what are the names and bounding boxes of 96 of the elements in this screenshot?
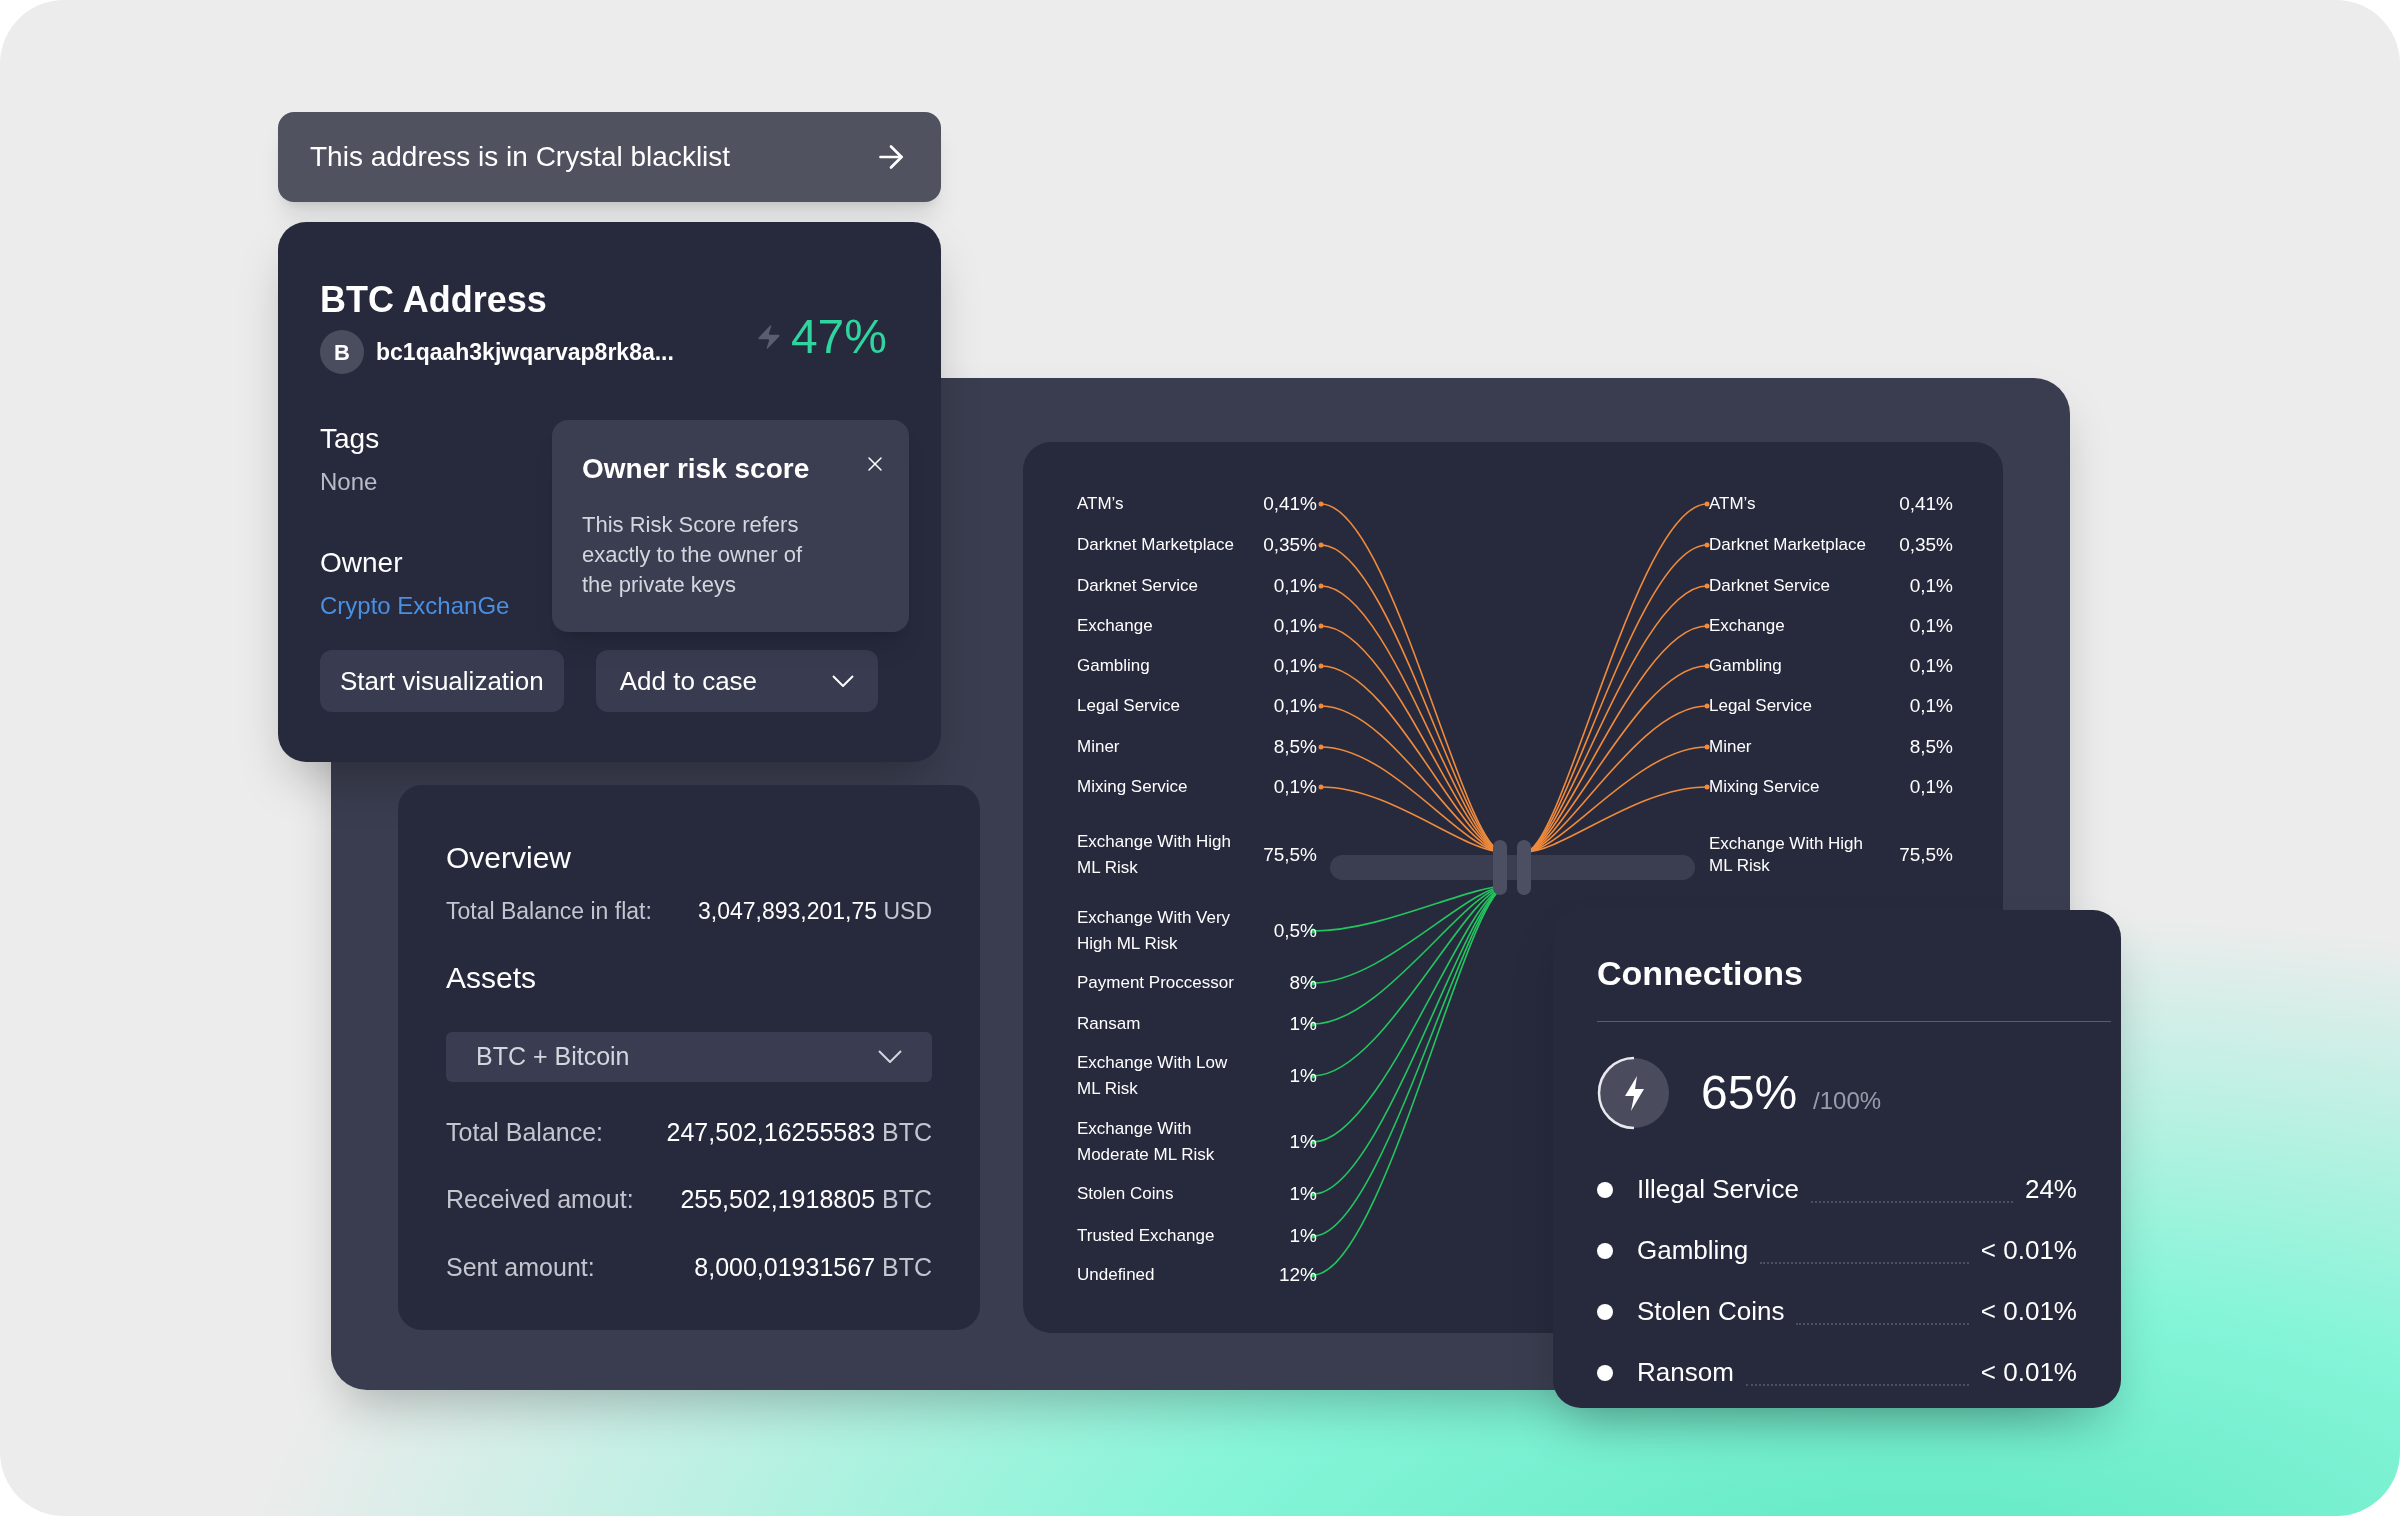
category-label: Exchange With Moderate ML Risk xyxy=(1077,1118,1216,1166)
handle[interactable] xyxy=(1493,840,1507,895)
category-value: 0,1% xyxy=(1273,573,1317,598)
connection-label: Stolen Coins xyxy=(1637,1295,1785,1328)
balance-label: Total Balance: xyxy=(446,1116,604,1148)
assets-title: Assets xyxy=(446,959,538,996)
connection-value: 24% xyxy=(2024,1173,2077,1206)
connection-value: < 0.01% xyxy=(1980,1295,2077,1328)
category-label: Gambling xyxy=(1077,655,1151,677)
address-text: bc1qaah3kjwqarvap8rk8a... xyxy=(376,337,674,367)
fiat-label: Total Balance in flat: xyxy=(446,897,652,926)
balance-value: 8,000,01931567 BTC xyxy=(694,1251,932,1283)
category-label: Exchange xyxy=(1709,615,1786,637)
asset-select[interactable]: BTC + Bitcoin xyxy=(446,1031,932,1082)
category-label: Payment Proccessor xyxy=(1077,972,1235,994)
owner-link[interactable]: Crypto ExchanGe xyxy=(320,588,510,624)
category-value: 0,35% xyxy=(1263,532,1317,557)
category-value: 0,1% xyxy=(1909,613,1953,638)
category-label: Gambling xyxy=(1709,655,1783,677)
category-label: Miner xyxy=(1709,736,1753,758)
connection-value: < 0.01% xyxy=(1980,1234,2077,1267)
category-label: ATM’s xyxy=(1077,493,1125,515)
bullet-icon xyxy=(1597,1181,1613,1198)
category-label: Exchange With Very High ML Risk xyxy=(1077,907,1232,955)
fiat-amount: 3,047,893,201,75 USD xyxy=(698,897,932,926)
category-label: Miner xyxy=(1077,736,1121,758)
tags-value: None xyxy=(320,467,378,497)
connection-label: Ransom xyxy=(1637,1356,1734,1389)
category-label: Legal Service xyxy=(1077,695,1181,717)
start-visualization-button[interactable]: Start visualization xyxy=(320,650,564,712)
category-label: Legal Service xyxy=(1709,695,1813,717)
category-value: 12% xyxy=(1278,1262,1317,1287)
category-value: 0,1% xyxy=(1273,613,1317,638)
category-value: 0,1% xyxy=(1273,774,1317,799)
add-to-case-dropdown[interactable]: Add to case xyxy=(595,650,878,712)
category-value: 0,41% xyxy=(1899,491,1953,516)
category-value: 0,1% xyxy=(1273,653,1317,678)
card-title: BTC Address xyxy=(320,278,548,322)
category-label: Trusted Exchange xyxy=(1077,1225,1216,1247)
coin-badge: B xyxy=(320,330,364,374)
connection-label: Illegal Service xyxy=(1637,1173,1799,1206)
category-value: 1% xyxy=(1289,1181,1317,1206)
category-label: Mixing Service xyxy=(1709,776,1821,798)
balance-label: Sent amount: xyxy=(446,1251,595,1283)
category-label: Darknet Marketplace xyxy=(1077,534,1235,556)
lightning-gauge-icon xyxy=(1597,1056,1671,1130)
category-value: 0,5% xyxy=(1273,918,1317,943)
handle[interactable] xyxy=(1517,840,1531,895)
category-value: 0,1% xyxy=(1909,573,1953,598)
category-label: Stolen Coins xyxy=(1077,1183,1175,1205)
category-label: Exchange With Low ML Risk xyxy=(1077,1052,1229,1100)
category-value: 0,1% xyxy=(1909,653,1953,678)
category-label: Darknet Service xyxy=(1077,575,1199,597)
category-value: 0,1% xyxy=(1273,693,1317,718)
owner-label: Owner xyxy=(320,546,403,580)
category-value: 1% xyxy=(1289,1011,1317,1036)
chevron-down-icon xyxy=(878,1050,902,1063)
bullet-icon xyxy=(1597,1303,1613,1320)
category-value: 1% xyxy=(1289,1129,1317,1154)
score-max: /100% xyxy=(1813,1086,1882,1116)
category-label: Exchange xyxy=(1077,615,1154,637)
tags-label: Tags xyxy=(320,422,380,456)
category-label: Exchange With High ML Risk xyxy=(1077,831,1233,879)
category-value: 75,5% xyxy=(1263,842,1317,867)
category-label: Darknet Service xyxy=(1709,575,1831,597)
category-label: Darknet Marketplace xyxy=(1709,534,1867,556)
category-value: 8,5% xyxy=(1273,734,1317,759)
category-value: 0,1% xyxy=(1909,693,1953,718)
connection-value: < 0.01% xyxy=(1980,1356,2077,1389)
category-value: 0,35% xyxy=(1899,532,1953,557)
balance-value: 247,502,16255583 BTC xyxy=(666,1116,932,1148)
connections-score: 65% xyxy=(1701,1065,1798,1121)
category-value: 1% xyxy=(1289,1063,1317,1088)
balance-label: Received amout: xyxy=(446,1184,634,1215)
chevron-down-icon xyxy=(831,675,854,687)
balance-value: 255,502,1918805 BTC xyxy=(680,1184,932,1215)
category-value: 0,1% xyxy=(1909,774,1953,799)
bullet-icon xyxy=(1597,1242,1613,1259)
connections-title: Connections xyxy=(1597,953,1804,994)
tooltip-title: Owner risk score xyxy=(582,452,810,486)
blacklist-banner[interactable]: This address is in Crystal blacklist xyxy=(278,112,941,202)
category-label: Mixing Service xyxy=(1077,776,1189,798)
category-label: ATM’s xyxy=(1709,493,1757,515)
bullet-icon xyxy=(1597,1364,1613,1381)
category-value: 0,41% xyxy=(1263,491,1317,516)
risk-score: 47% xyxy=(790,309,887,365)
overview-title: Overview xyxy=(446,840,573,876)
category-value: 8% xyxy=(1289,970,1317,995)
category-label: Exchange With High ML Risk xyxy=(1709,833,1865,877)
category-label: Undefined xyxy=(1077,1264,1156,1286)
category-value: 75,5% xyxy=(1899,842,1953,867)
tooltip-text: This Risk Score refers exactly to the owner of the private keys xyxy=(582,511,804,599)
category-value: 8,5% xyxy=(1909,734,1953,759)
category-label: Ransam xyxy=(1077,1013,1142,1035)
category-value: 1% xyxy=(1289,1223,1317,1248)
connection-label: Gambling xyxy=(1637,1234,1749,1267)
